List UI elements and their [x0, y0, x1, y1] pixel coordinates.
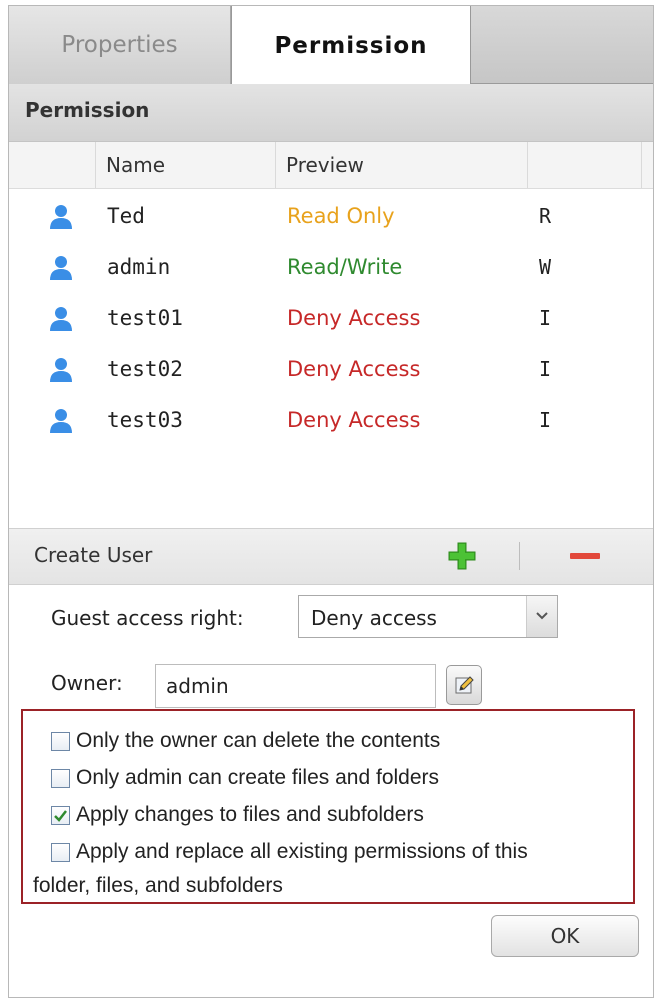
- user-icon: [50, 358, 72, 382]
- user-preview: Deny Access: [287, 306, 421, 330]
- option-label: Only the owner can delete the contents: [76, 729, 441, 752]
- user-permission[interactable]: I: [539, 357, 551, 381]
- option-label-line1: Apply and replace all existing permissio…: [76, 840, 528, 863]
- tab-permission[interactable]: Permission: [231, 6, 471, 85]
- user-icon: [50, 256, 72, 280]
- guest-access-value: Deny access: [311, 606, 437, 630]
- owner-edit-button[interactable]: [446, 665, 482, 705]
- user-icon: [50, 307, 72, 331]
- user-name: test01: [107, 306, 183, 330]
- toolbar-separator: [519, 542, 520, 570]
- section-header: Permission: [9, 84, 653, 142]
- user-toolbar: Create User: [9, 528, 653, 585]
- table-row[interactable]: test01 Deny Access I: [9, 294, 653, 345]
- plus-icon[interactable]: [447, 541, 477, 571]
- table-row[interactable]: Ted Read Only R: [9, 192, 653, 243]
- create-user-label[interactable]: Create User: [34, 543, 152, 567]
- option-label: Apply changes to files and subfolders: [76, 803, 424, 826]
- checkbox[interactable]: [51, 769, 70, 788]
- user-permission[interactable]: W: [539, 255, 551, 279]
- permission-dialog: Properties Permission Permission Name Pr…: [8, 5, 654, 998]
- section-title: Permission: [25, 98, 150, 122]
- checkbox-checked[interactable]: [51, 806, 70, 825]
- user-name: test02: [107, 357, 183, 381]
- column-name[interactable]: Name: [95, 142, 275, 188]
- table-row[interactable]: admin Read/Write W: [9, 243, 653, 294]
- column-preview[interactable]: Preview: [275, 142, 527, 188]
- tab-bar: Properties Permission: [9, 6, 653, 85]
- user-preview: Read Only: [287, 204, 395, 228]
- user-permission[interactable]: I: [539, 408, 551, 432]
- owner-field[interactable]: [155, 664, 436, 708]
- user-preview: Deny Access: [287, 357, 421, 381]
- user-permission[interactable]: I: [539, 306, 551, 330]
- user-preview: Deny Access: [287, 408, 421, 432]
- checkbox[interactable]: [51, 732, 70, 751]
- options-box: Only the owner can delete the contents O…: [21, 709, 635, 904]
- user-preview: Read/Write: [287, 255, 403, 279]
- user-icon: [50, 409, 72, 433]
- tab-bar-filler: [471, 6, 653, 83]
- table-row[interactable]: test03 Deny Access I: [9, 396, 653, 447]
- guest-access-label: Guest access right:: [51, 606, 244, 630]
- check-icon: [54, 810, 67, 822]
- option-label-line2: folder, files, and subfolders: [33, 874, 283, 897]
- user-icon: [50, 205, 72, 229]
- chevron-down-icon: [536, 612, 548, 620]
- user-name: test03: [107, 408, 183, 432]
- minus-icon[interactable]: [567, 541, 603, 571]
- checkbox[interactable]: [51, 843, 70, 862]
- ok-button[interactable]: OK: [491, 915, 639, 957]
- table-header: Name Preview: [9, 142, 653, 189]
- user-name: Ted: [107, 204, 145, 228]
- edit-icon: [455, 676, 474, 694]
- column-end: [641, 142, 653, 188]
- column-icon: [9, 142, 95, 188]
- user-name: admin: [107, 255, 171, 279]
- user-permission[interactable]: R: [539, 204, 551, 228]
- table-row[interactable]: test02 Deny Access I: [9, 345, 653, 396]
- column-permission[interactable]: [527, 142, 641, 188]
- tab-properties[interactable]: Properties: [9, 6, 231, 84]
- option-label: Only admin can create files and folders: [76, 766, 440, 789]
- owner-label: Owner:: [51, 671, 123, 695]
- guest-access-select[interactable]: Deny access: [298, 595, 558, 638]
- dropdown-button[interactable]: [526, 596, 557, 637]
